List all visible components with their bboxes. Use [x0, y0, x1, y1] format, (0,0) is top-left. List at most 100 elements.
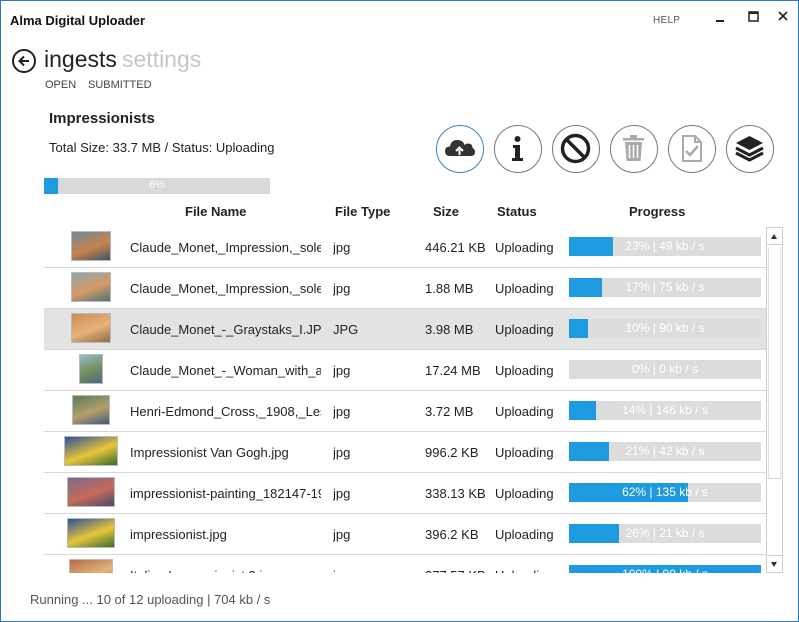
file-row[interactable]: Claude_Monet,_Impression,_soleil_levant.…: [44, 227, 767, 268]
file-status-cell: Uploading: [495, 404, 554, 419]
file-type-cell: jpg: [333, 445, 351, 460]
info-icon: [512, 136, 523, 161]
file-progress-bar: 100% | 90 kb / s: [569, 565, 761, 573]
file-row[interactable]: Impressionist Van Gogh.jpg jpg 996.2 KB Upl…: [44, 432, 767, 473]
file-thumbnail: [67, 477, 115, 507]
file-size-cell: 3.72 MB: [425, 404, 474, 419]
scroll-down-arrow-icon[interactable]: [767, 555, 782, 572]
file-type-cell: jpg: [333, 568, 403, 573]
back-arrow-icon[interactable]: [12, 49, 36, 73]
file-type-cell: jpg: [333, 240, 351, 255]
file-progress-label: 10% | 90 kb / s: [625, 321, 705, 335]
file-name-cell: impressionist-painting_182147-1920x1200.…: [130, 486, 321, 501]
file-row[interactable]: Henri-Edmond_Cross,_1908,_Les_Pins.jpg jp…: [44, 391, 767, 432]
column-header-status[interactable]: Status: [497, 204, 537, 219]
file-status-cell: Uploading: [495, 568, 575, 573]
file-size-cell: 277.57 KB: [425, 568, 505, 573]
file-type-cell: jpg: [333, 486, 351, 501]
scroll-up-arrow-icon[interactable]: [767, 228, 782, 245]
file-status-cell: Uploading: [495, 486, 554, 501]
file-row[interactable]: Italian Impressionist 2.jpg jpg 277.57 KBU…: [44, 555, 767, 573]
file-progress-bar: 21% | 42 kb / s: [569, 442, 761, 461]
cancel-icon: [560, 133, 591, 164]
file-progress-label: 21% | 42 kb / s: [625, 444, 705, 458]
file-list[interactable]: Claude_Monet,_Impression,_soleil_levant.…: [44, 227, 767, 573]
file-size-cell: 446.21 KB: [425, 240, 486, 255]
file-thumbnail: [67, 518, 115, 548]
file-name-cell: Italian Impressionist 2.jpg: [130, 568, 321, 573]
file-progress-bar: 26% | 21 kb / s: [569, 524, 761, 543]
vertical-scrollbar[interactable]: [766, 227, 783, 573]
file-row[interactable]: impressionist.jpg jpg 396.2 KB Uploading 26%…: [44, 514, 767, 555]
tab-settings[interactable]: settings: [122, 46, 201, 73]
submit-button[interactable]: [668, 125, 716, 173]
file-status-cell: Uploading: [495, 527, 554, 542]
file-progress-bar: 10% | 90 kb / s: [569, 319, 761, 338]
file-type-cell: jpg: [333, 404, 351, 419]
tab-ingests[interactable]: ingests: [44, 46, 117, 73]
status-bar-text: Running ... 10 of 12 uploading | 704 kb …: [30, 592, 271, 607]
file-name-cell: Claude_Monet,_Impression,_soleil_levant.…: [130, 281, 321, 296]
file-progress-label: 62% | 135 kb / s: [622, 485, 708, 499]
maximize-icon[interactable]: [742, 7, 764, 27]
file-name-cell: Henri-Edmond_Cross,_1908,_Les_Pins.jpg: [130, 404, 321, 419]
file-thumbnail: [79, 354, 103, 384]
file-progress-label: 0% | 0 kb / s: [632, 362, 698, 376]
title-bar: Alma Digital Uploader HELP: [1, 1, 798, 39]
subtab-submitted[interactable]: SUBMITTED: [88, 79, 152, 91]
overall-progress-bar: 6%: [44, 178, 270, 194]
file-name-cell: Claude_Monet_-_Woman_with_a_Parasol.jpg: [130, 363, 321, 378]
minimize-icon[interactable]: [709, 7, 731, 27]
cancel-button[interactable]: [552, 125, 600, 173]
file-status-cell: Uploading: [495, 363, 554, 378]
file-thumbnail: [64, 436, 118, 466]
file-row[interactable]: Claude_Monet_-_Graystaks_I.JPG JPG 3.98 MB…: [44, 309, 767, 350]
file-row[interactable]: Claude_Monet,_Impression,_soleil_levant.…: [44, 268, 767, 309]
column-header-progress[interactable]: Progress: [629, 204, 685, 219]
file-progress-label: 14% | 146 kb / s: [622, 403, 708, 417]
file-name-cell: impressionist.jpg: [130, 527, 227, 542]
file-status-cell: Uploading: [495, 281, 554, 296]
file-thumbnail: [71, 313, 111, 343]
app-title: Alma Digital Uploader: [10, 13, 146, 28]
file-row[interactable]: impressionist-painting_182147-1920x1200.…: [44, 473, 767, 514]
layers-button[interactable]: [726, 125, 774, 173]
layers-icon: [735, 136, 764, 162]
close-icon[interactable]: [772, 7, 794, 27]
file-status-cell: Uploading: [495, 240, 554, 255]
file-name-cell: Claude_Monet,_Impression,_soleil_levant.…: [130, 240, 321, 255]
upload-button[interactable]: [436, 125, 484, 173]
ingest-summary: Total Size: 33.7 MB / Status: Uploading: [49, 140, 275, 155]
help-link[interactable]: HELP: [653, 15, 680, 26]
delete-button[interactable]: [610, 125, 658, 173]
file-progress-bar: 0% | 0 kb / s: [569, 360, 761, 379]
file-progress-label: 23% | 49 kb / s: [625, 239, 705, 253]
subtab-open[interactable]: OPEN: [45, 79, 76, 91]
file-thumbnail: [69, 559, 113, 573]
file-size-cell: 338.13 KB: [425, 486, 486, 501]
cloud-upload-icon: [445, 140, 475, 156]
file-progress-label: 17% | 75 kb / s: [625, 280, 705, 294]
file-progress-bar: 14% | 146 kb / s: [569, 401, 761, 420]
file-progress-label: 100% | 90 kb / s: [569, 567, 761, 573]
scrollbar-thumb[interactable]: [768, 247, 781, 479]
file-thumbnail: [71, 231, 111, 261]
column-header-size[interactable]: Size: [433, 204, 459, 219]
file-row[interactable]: Claude_Monet_-_Woman_with_a_Parasol.jpg j…: [44, 350, 767, 391]
file-name-cell: Impressionist Van Gogh.jpg: [130, 445, 289, 460]
file-status-cell: Uploading: [495, 322, 554, 337]
file-type-cell: jpg: [333, 527, 351, 542]
file-size-cell: 17.24 MB: [425, 363, 481, 378]
trash-icon: [623, 135, 644, 161]
file-size-cell: 396.2 KB: [425, 527, 479, 542]
file-progress-bar: 23% | 49 kb / s: [569, 237, 761, 256]
file-type-cell: JPG: [333, 322, 359, 337]
column-header-filetype[interactable]: File Type: [335, 204, 390, 219]
file-type-cell: jpg: [333, 281, 351, 296]
column-header-filename[interactable]: File Name: [185, 204, 246, 219]
file-status-cell: Uploading: [495, 445, 554, 460]
info-button[interactable]: [494, 125, 542, 173]
ingest-title: Impressionists: [49, 110, 155, 127]
file-thumbnail: [72, 395, 110, 425]
file-progress-bar: 17% | 75 kb / s: [569, 278, 761, 297]
